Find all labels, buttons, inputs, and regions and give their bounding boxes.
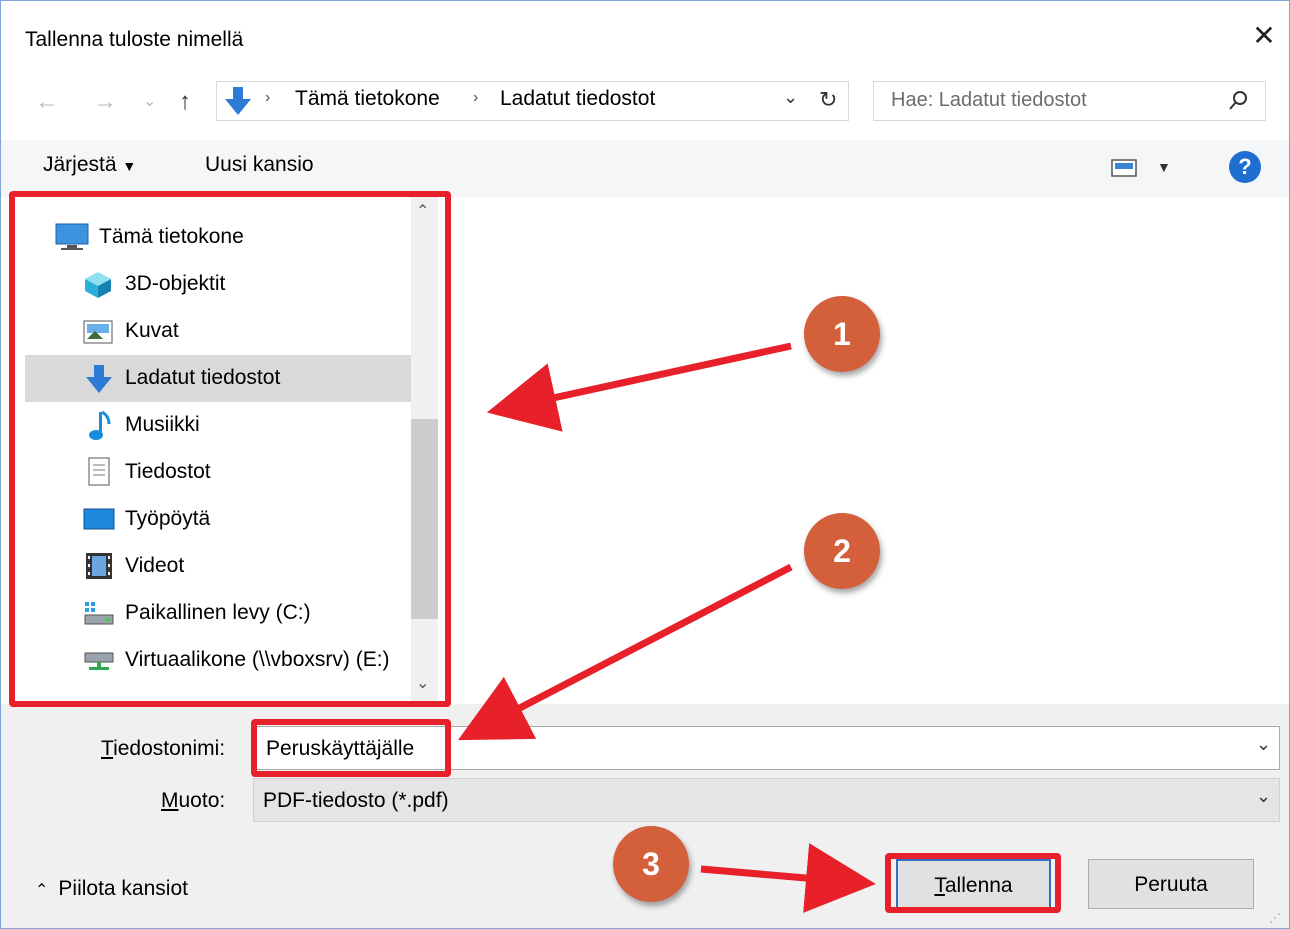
arrow-2: [457, 563, 793, 741]
save-dialog: Tallenna tuloste nimellä ✕ ← → ⌄ ↑ › Täm…: [0, 0, 1290, 929]
arrow-1: [486, 342, 792, 432]
step-badge-3: 3: [613, 826, 689, 902]
step-badge-2: 2: [804, 513, 880, 589]
step-badge-1: 1: [804, 296, 880, 372]
annotation-arrows: [457, 342, 876, 913]
arrow-3: [700, 843, 876, 913]
